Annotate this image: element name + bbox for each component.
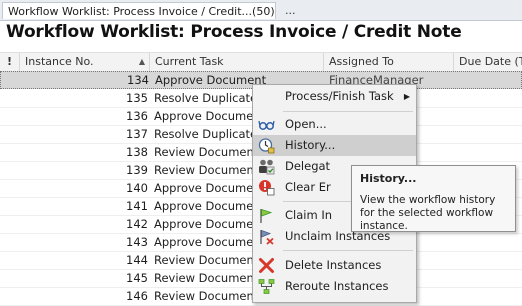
instance-no-cell: 141	[126, 199, 148, 213]
sort-ascending-icon: ▲	[138, 57, 145, 66]
document-tab-bar: Workflow Worklist: Process Invoice / Cre…	[0, 0, 522, 21]
instance-no-cell: 143	[126, 235, 148, 249]
instance-no-cell: 146	[126, 289, 148, 303]
history-tooltip: History... View the workflow history for…	[351, 165, 516, 232]
history-clock-icon	[258, 137, 275, 154]
instance-no-cell: 138	[126, 145, 148, 159]
instance-no-cell: 144	[126, 253, 148, 267]
tab-overflow[interactable]: ...	[280, 2, 304, 19]
instance-no-cell: 142	[126, 217, 148, 231]
menu-item-label: Claim In	[285, 208, 333, 222]
submenu-arrow-icon: ▶	[403, 92, 410, 101]
delete-x-icon	[258, 257, 275, 274]
menu-item-label: Reroute Instances	[285, 279, 389, 293]
tooltip-title: History...	[360, 172, 417, 185]
column-header-instance-no-label: Instance No.	[25, 55, 94, 68]
clear-error-icon	[258, 179, 275, 196]
column-header-flag[interactable]: !	[0, 53, 20, 71]
unclaim-flag-icon	[258, 228, 275, 245]
claim-flag-icon	[258, 207, 275, 224]
tab-workflow-worklist[interactable]: Workflow Worklist: Process Invoice / Cre…	[2, 2, 276, 19]
delegate-users-icon	[258, 158, 275, 175]
open-glasses-icon	[258, 116, 275, 133]
instance-no-cell: 140	[126, 181, 148, 195]
instance-no-cell: 137	[126, 127, 148, 141]
reroute-icon	[258, 278, 275, 295]
menu-item-label: Delegat	[285, 159, 331, 173]
menu-item-delete-instances[interactable]: Delete Instances	[253, 255, 416, 276]
menu-item-label: Process/Finish Task	[285, 89, 394, 103]
menu-item-history[interactable]: History...	[253, 135, 416, 156]
instance-no-cell: 134	[127, 73, 149, 87]
menu-item-label: Open...	[285, 117, 327, 131]
instance-no-cell: 139	[126, 163, 148, 177]
column-header-assigned-to[interactable]: Assigned To	[324, 53, 454, 71]
menu-item-reroute-instances[interactable]: Reroute Instances	[253, 276, 416, 297]
menu-item-label: Clear Er	[285, 180, 331, 194]
menu-item-process-finish-task[interactable]: Process/Finish Task ▶	[253, 86, 416, 107]
column-header-instance-no[interactable]: Instance No. ▲	[20, 53, 150, 71]
menu-item-open[interactable]: Open...	[253, 114, 416, 135]
menu-item-label: History...	[285, 138, 336, 152]
instance-no-cell: 136	[126, 109, 148, 123]
instance-no-cell: 145	[126, 271, 148, 285]
menu-item-label: Delete Instances	[285, 258, 382, 272]
instance-no-cell: 135	[126, 91, 148, 105]
menu-separator	[283, 111, 413, 112]
tooltip-text: View the workflow history for the select…	[360, 194, 496, 232]
menu-separator	[283, 250, 413, 251]
column-header-current-task[interactable]: Current Task	[150, 53, 324, 71]
page-title: Workflow Worklist: Process Invoice / Cre…	[6, 22, 462, 42]
column-header-due-date[interactable]: Due Date (Ta	[454, 53, 522, 71]
grid-header: ! Instance No. ▲ Current Task Assigned T…	[0, 52, 522, 72]
